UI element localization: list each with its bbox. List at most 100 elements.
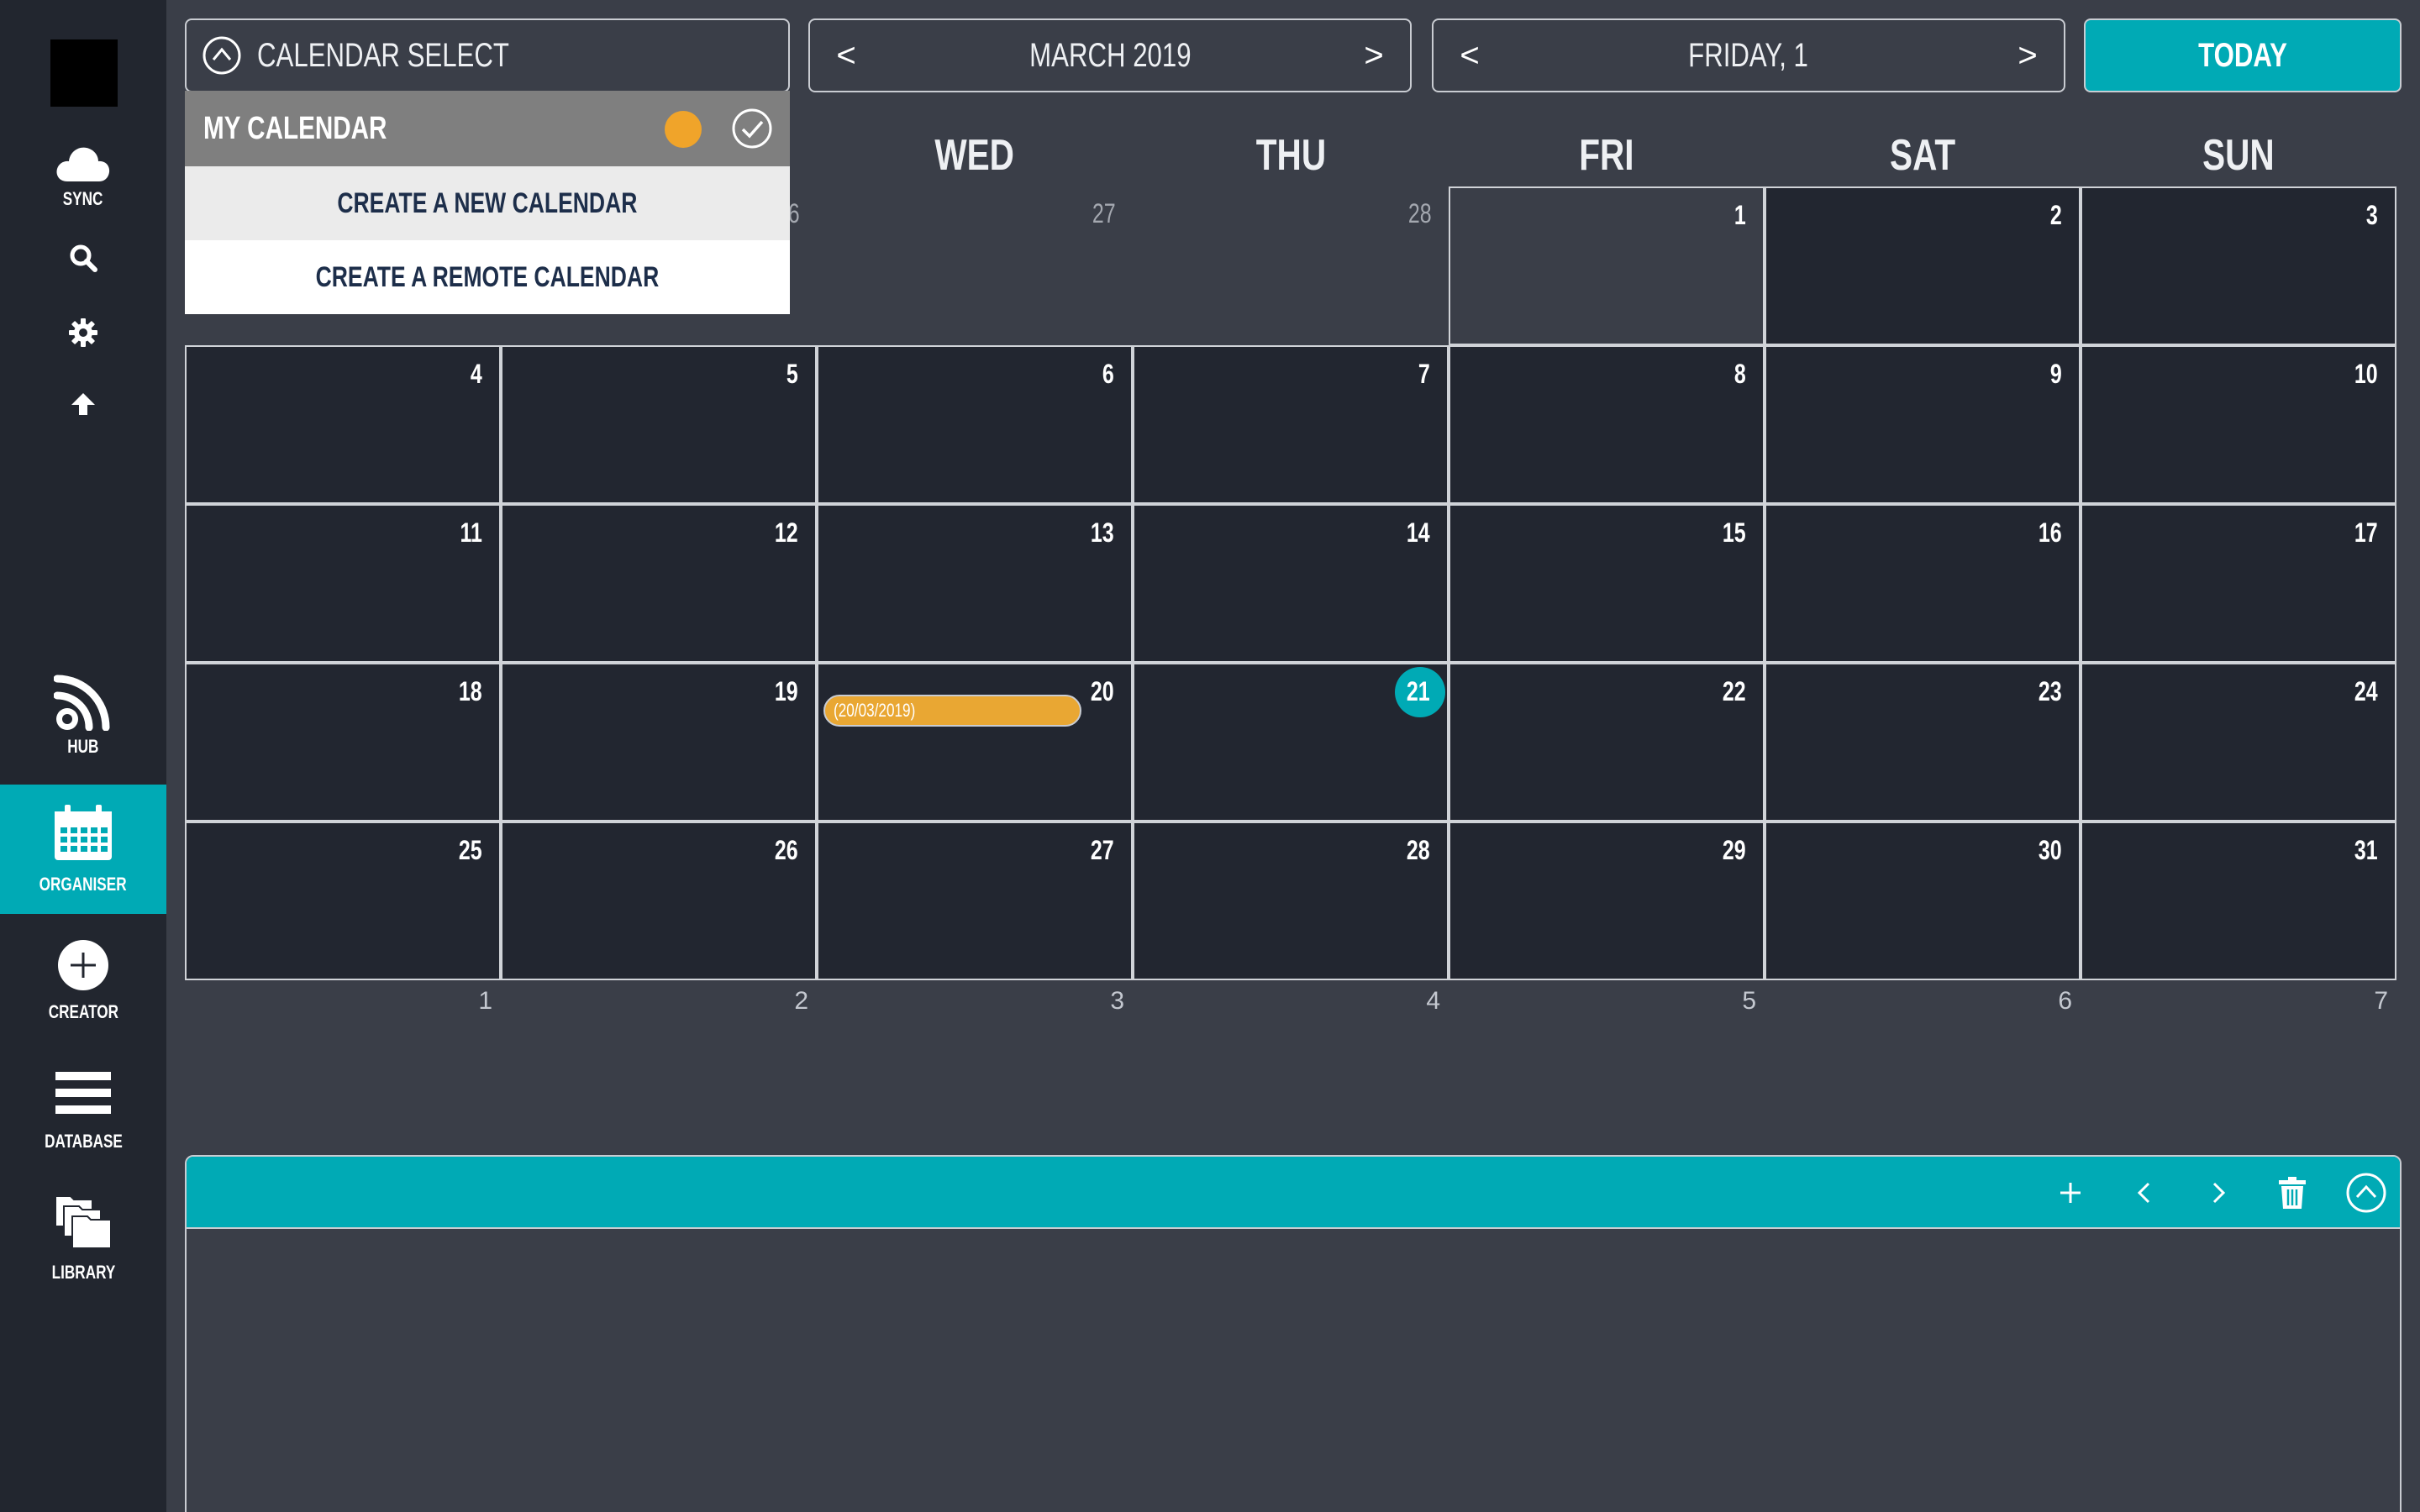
calendar-select-label: CALENDAR SELECT [257,37,509,74]
day-cell[interactable]: 29 [1449,822,1765,980]
day-number: 26 [775,835,798,865]
day-cell[interactable]: 20 [817,663,1133,822]
week-number: 7 [2374,987,2388,1015]
day-number: 20 [1091,676,1114,706]
day-number: 12 [775,517,798,548]
day-number: 6 [1102,359,1114,389]
day-cell[interactable]: 7 [1133,345,1449,504]
day-cell[interactable]: 14 [1133,504,1449,663]
day-cell[interactable]: 16 [1765,504,2081,663]
sidebar-item-sync[interactable]: SYNC [0,144,166,210]
week-number: 3 [1110,987,1124,1015]
day-cell[interactable]: 5 [501,345,817,504]
sidebar-item-organiser[interactable]: ORGANISER [0,785,166,914]
search-button[interactable] [0,244,166,272]
day-number: 9 [2050,359,2062,389]
day-number: 31 [2354,835,2378,865]
day-cell[interactable]: 9 [1765,345,2081,504]
day-number: 18 [459,676,482,706]
sidebar-label-creator: CREATOR [48,1001,118,1022]
day-number: 2 [2050,200,2062,230]
add-event-button[interactable] [2049,1171,2092,1215]
day-number: 1 [1734,200,1746,230]
day-number: 11 [460,517,482,548]
day-cell[interactable]: 12 [501,504,817,663]
weekday-label: SAT [1889,131,1956,180]
create-new-calendar-label: CREATE A NEW CALENDAR [337,187,638,219]
upload-button[interactable] [0,391,166,417]
delete-event-button[interactable] [2270,1171,2314,1215]
day-cell[interactable]: 8 [1449,345,1765,504]
weekday-header: WED [817,130,1133,181]
day-cell[interactable]: 1 [1449,186,1765,345]
day-cell[interactable]: 13 [817,504,1133,663]
day-cell[interactable]: 2 [1765,186,2081,345]
calendar-icon [0,805,166,862]
calendar-option-my-calendar[interactable]: MY CALENDAR [185,91,790,166]
weekday-header: SUN [2081,130,2396,181]
next-event-button[interactable] [2196,1171,2240,1215]
day-number: 29 [1723,835,1746,865]
day-number: 4 [471,359,482,389]
day-cell[interactable]: 11 [185,504,501,663]
day-cell[interactable]: 27 [817,822,1133,980]
next-day-button[interactable]: > [2007,20,2049,91]
day-cell[interactable]: 25 [185,822,501,980]
today-button-label: TODAY [2198,37,2287,74]
day-cell[interactable]: 10 [2081,345,2396,504]
collapse-panel-button[interactable] [2344,1171,2388,1215]
weekday-header: FRI [1449,130,1765,181]
sidebar-label-organiser: ORGANISER [39,874,127,895]
day-cell[interactable]: 31 [2081,822,2396,980]
check-circle-icon[interactable] [731,108,773,154]
chevron-right-icon [2212,1182,2226,1204]
day-cell[interactable]: 23 [1765,663,2081,822]
app-logo [50,39,118,107]
chevron-up-circle-icon[interactable] [202,35,242,80]
weekday-label: THU [1255,131,1326,180]
day-cell[interactable]: 21 [1133,663,1449,822]
prev-event-button[interactable] [2123,1171,2166,1215]
weekday-label: SUN [2202,131,2275,180]
folders-icon [0,1194,166,1250]
day-cell-prev-month[interactable]: 28 [1133,186,1449,345]
sidebar: SYNC HUB ORGANISER CREATOR DATABASE LIBR… [0,0,166,1512]
sidebar-label-database: DATABASE [44,1131,123,1152]
day-cell[interactable]: 28 [1133,822,1449,980]
settings-button[interactable] [0,318,166,348]
sidebar-item-library[interactable]: LIBRARY [0,1194,166,1284]
create-new-calendar-button[interactable]: CREATE A NEW CALENDAR [185,166,790,240]
next-month-button[interactable]: > [1353,20,1395,91]
day-cell[interactable]: 19 [501,663,817,822]
cloud-icon [0,144,166,183]
day-cell[interactable]: 15 [1449,504,1765,663]
sidebar-item-hub[interactable]: HUB [0,672,166,758]
sidebar-item-database[interactable]: DATABASE [0,1072,166,1152]
day-cell-prev-month[interactable]: 27 [817,186,1133,345]
arrow-up-icon [0,391,166,417]
today-button[interactable]: TODAY [2084,18,2402,92]
day-number: 22 [1723,676,1746,706]
hub-feed-icon [0,672,166,731]
sidebar-item-creator[interactable]: CREATOR [0,939,166,1023]
day-number: 19 [775,676,798,706]
day-number: 16 [2039,517,2062,548]
create-remote-calendar-button[interactable]: CREATE A REMOTE CALENDAR [185,240,790,314]
day-cell[interactable]: 26 [501,822,817,980]
day-cell[interactable]: 18 [185,663,501,822]
day-cell[interactable]: 3 [2081,186,2396,345]
panel-toolbar [187,1157,2400,1229]
day-number: 15 [1723,517,1746,548]
calendar-select-dropdown[interactable]: CALENDAR SELECT [185,18,790,92]
day-cell[interactable]: 22 [1449,663,1765,822]
day-label: FRIDAY, 1 [1688,37,1809,74]
day-cell[interactable]: 17 [2081,504,2396,663]
calendar-event[interactable]: (20/03/2019) [823,695,1081,727]
day-cell[interactable]: 4 [185,345,501,504]
day-cell[interactable]: 6 [817,345,1133,504]
month-navigator: < MARCH 2019 > [808,18,1412,92]
day-cell[interactable]: 30 [1765,822,2081,980]
day-cell[interactable]: 24 [2081,663,2396,822]
day-number: 25 [459,835,482,865]
weekday-label: WED [934,131,1015,180]
